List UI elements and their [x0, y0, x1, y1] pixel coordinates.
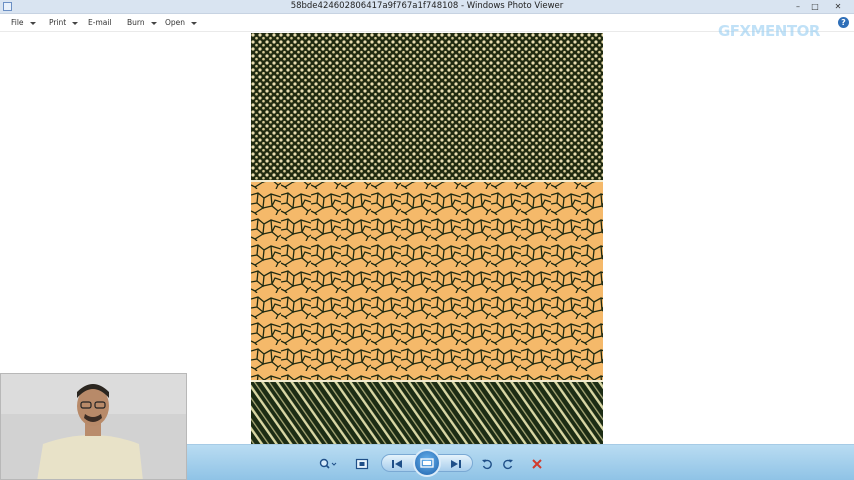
slideshow-button[interactable]	[413, 449, 441, 477]
next-icon	[451, 460, 461, 468]
fit-window-icon	[355, 458, 369, 470]
rotate-left-button[interactable]	[480, 457, 494, 471]
menu-print-label: Print	[49, 18, 67, 27]
minimize-icon[interactable]: –	[790, 1, 806, 12]
menu-open-label: Open	[165, 18, 186, 27]
window-title: 58bde424602806417a9f767a1f748108 - Windo…	[290, 1, 564, 11]
title-bar[interactable]: 58bde424602806417a9f767a1f748108 - Windo…	[0, 0, 854, 14]
restore-icon[interactable]: □	[807, 1, 823, 12]
rotate-left-icon	[482, 459, 492, 470]
zoom-icon	[319, 458, 337, 469]
chevron-down-icon	[29, 21, 36, 25]
menu-email-label: E-mail	[88, 18, 112, 27]
menu-email[interactable]: E-mail	[88, 18, 112, 27]
menu-print[interactable]: Print	[49, 18, 79, 27]
menu-burn-label: Burn	[127, 18, 145, 27]
menu-file[interactable]: File	[11, 18, 36, 27]
delete-button[interactable]	[530, 457, 544, 471]
photo-viewer-window: 58bde424602806417a9f767a1f748108 - Windo…	[0, 0, 854, 480]
close-icon[interactable]: ✕	[830, 1, 846, 12]
zoom-button[interactable]	[318, 457, 338, 471]
delete-icon	[532, 459, 542, 469]
striped-green-pattern	[251, 382, 603, 444]
dark-dotted-pattern	[251, 33, 603, 180]
chevron-down-icon	[191, 21, 198, 25]
help-icon[interactable]: ?	[838, 17, 849, 28]
brand-watermark: GFXMENTOR	[718, 22, 820, 40]
rotate-right-icon	[503, 459, 513, 470]
chevron-down-icon	[72, 21, 79, 25]
menu-file-label: File	[11, 18, 24, 27]
previous-button[interactable]	[389, 457, 405, 471]
next-button[interactable]	[448, 457, 464, 471]
previous-icon	[392, 460, 402, 468]
cracked-orange-pattern	[251, 182, 603, 380]
displayed-image	[251, 33, 603, 444]
menu-open[interactable]: Open	[165, 18, 198, 27]
menu-burn[interactable]: Burn	[127, 18, 157, 27]
fit-window-button[interactable]	[354, 457, 370, 471]
rotate-right-button[interactable]	[501, 457, 515, 471]
chevron-down-icon	[150, 21, 157, 25]
presenter-video	[1, 374, 186, 479]
slideshow-icon	[420, 458, 434, 468]
webcam-overlay	[0, 373, 187, 480]
